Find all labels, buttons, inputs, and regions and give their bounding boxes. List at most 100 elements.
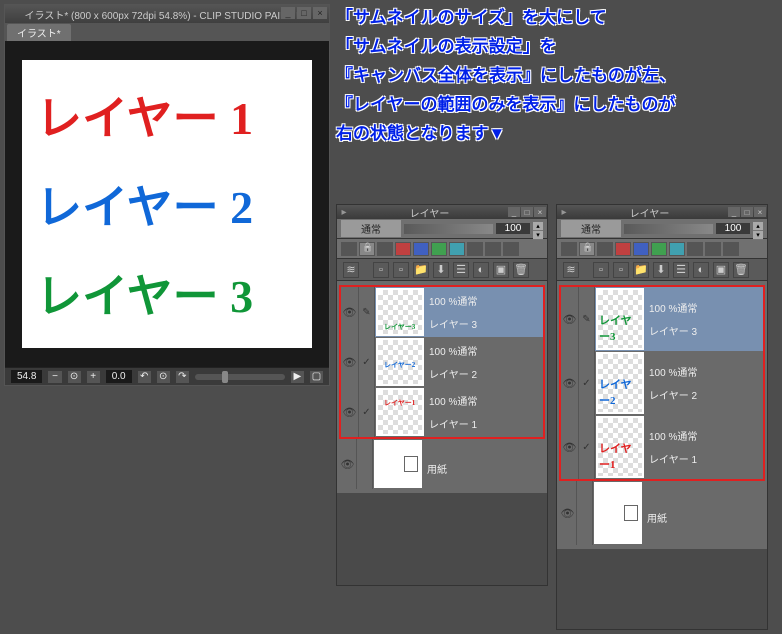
new-layer-icon[interactable]: ▫ [593, 262, 609, 278]
rotation-value[interactable]: 0.0 [106, 370, 132, 383]
minimize-button[interactable]: _ [281, 7, 295, 19]
ref-icon[interactable] [377, 242, 393, 256]
color-red-icon[interactable] [395, 242, 411, 256]
check-icon[interactable]: ✓ [579, 351, 595, 415]
panel-menu-icon[interactable]: ▸ [337, 207, 351, 218]
palette-nav-icon[interactable]: ≋ [563, 262, 579, 278]
layer-row-3[interactable]: 👁 ✎ レイヤー3 100 %通常 レイヤー 3 [561, 287, 763, 351]
paper-row[interactable]: 👁 用紙 [339, 439, 545, 489]
play-button[interactable]: ▶ [291, 371, 304, 383]
layer-row-2[interactable]: 👁 ✓ レイヤー2 100 %通常 レイヤー 2 [561, 351, 763, 415]
visibility-toggle[interactable]: 👁 [561, 351, 579, 415]
layer-thumbnail[interactable]: レイヤー3 [596, 288, 644, 350]
layer-row-1[interactable]: 👁 ✓ レイヤー1 100 %通常 レイヤー 1 [341, 387, 543, 437]
merge-down-icon[interactable]: ☰ [453, 262, 469, 278]
lock-icon[interactable] [579, 242, 595, 256]
layer-thumbnail[interactable]: レイヤー1 [596, 416, 644, 478]
panel-close-button[interactable]: × [754, 207, 766, 217]
color-blue-icon[interactable] [633, 242, 649, 256]
check-icon[interactable]: ✓ [359, 387, 375, 437]
paper-name[interactable]: 用紙 [647, 510, 765, 525]
layer-row-1[interactable]: 👁 ✓ レイヤー1 100 %通常 レイヤー 1 [561, 415, 763, 479]
zoom-out-button[interactable]: − [48, 371, 61, 383]
canvas[interactable]: レイヤー 1 レイヤー 2 レイヤー 3 [22, 60, 312, 348]
paper-row[interactable]: 👁 用紙 [559, 481, 765, 545]
new-layer2-icon[interactable]: ▫ [613, 262, 629, 278]
active-layer-icon[interactable]: ✎ [359, 287, 375, 337]
apply-mask-icon[interactable]: ▣ [713, 262, 729, 278]
zoom-in-button[interactable]: + [87, 371, 100, 383]
delete-layer-icon[interactable]: 🗑 [513, 262, 529, 278]
check-icon[interactable]: ✓ [579, 415, 595, 479]
layer-name[interactable]: レイヤー 1 [649, 451, 763, 466]
color-green-icon[interactable] [651, 242, 667, 256]
layer-name[interactable]: レイヤー 3 [649, 323, 763, 338]
clip-icon[interactable] [341, 242, 357, 256]
ref-icon[interactable] [597, 242, 613, 256]
layer-row-2[interactable]: 👁 ✓ レイヤー2 100 %通常 レイヤー 2 [341, 337, 543, 387]
ruler-icon[interactable] [485, 242, 501, 256]
color-green-icon[interactable] [431, 242, 447, 256]
color-red-icon[interactable] [615, 242, 631, 256]
ruler-icon[interactable] [705, 242, 721, 256]
opacity-slider[interactable] [624, 224, 713, 234]
rotate-cw-button[interactable]: ↷ [176, 371, 189, 383]
delete-layer-icon[interactable]: 🗑 [733, 262, 749, 278]
opacity-stepper[interactable]: ▴▾ [533, 222, 543, 236]
opacity-stepper[interactable]: ▴▾ [753, 222, 763, 236]
color-cyan-icon[interactable] [669, 242, 685, 256]
layer-mask-icon[interactable]: ◐ [473, 262, 489, 278]
layer-name[interactable]: レイヤー 3 [429, 316, 543, 331]
visibility-toggle[interactable]: 👁 [341, 387, 359, 437]
layer-name[interactable]: レイヤー 2 [429, 366, 543, 381]
mask-icon[interactable] [687, 242, 703, 256]
layer-thumbnail[interactable]: レイヤー2 [596, 352, 644, 414]
color-blue-icon[interactable] [413, 242, 429, 256]
layer-name[interactable]: レイヤー 2 [649, 387, 763, 402]
visibility-toggle[interactable]: 👁 [561, 415, 579, 479]
opacity-slider[interactable] [404, 224, 493, 234]
lock-icon[interactable] [359, 242, 375, 256]
frame-button[interactable]: ▢ [310, 371, 323, 383]
new-folder-icon[interactable]: 📁 [633, 262, 649, 278]
document-titlebar[interactable]: イラスト* (800 x 600px 72dpi 54.8%) - CLIP S… [5, 5, 329, 23]
merge-down-icon[interactable]: ☰ [673, 262, 689, 278]
paper-thumbnail[interactable] [594, 482, 642, 544]
layer-thumbnail[interactable]: レイヤー2 [376, 338, 424, 386]
blend-mode-select[interactable]: 通常 [341, 220, 401, 237]
panel-max-button[interactable]: □ [741, 207, 753, 217]
apply-mask-icon[interactable]: ▣ [493, 262, 509, 278]
zoom-value[interactable]: 54.8 [11, 370, 42, 383]
visibility-toggle[interactable]: 👁 [339, 439, 357, 489]
rotate-reset-button[interactable]: ⊙ [157, 371, 170, 383]
panel-max-button[interactable]: □ [521, 207, 533, 217]
panel-close-button[interactable]: × [534, 207, 546, 217]
color-cyan-icon[interactable] [449, 242, 465, 256]
visibility-toggle[interactable]: 👁 [559, 481, 577, 545]
transfer-down-icon[interactable]: ⬇ [653, 262, 669, 278]
visibility-toggle[interactable]: 👁 [341, 337, 359, 387]
clip-icon[interactable] [561, 242, 577, 256]
visibility-toggle[interactable]: 👁 [341, 287, 359, 337]
mask-icon[interactable] [467, 242, 483, 256]
layer-mask-icon[interactable]: ◐ [693, 262, 709, 278]
layer-name[interactable]: レイヤー 1 [429, 416, 543, 431]
new-layer-icon[interactable]: ▫ [373, 262, 389, 278]
new-layer2-icon[interactable]: ▫ [393, 262, 409, 278]
new-folder-icon[interactable]: 📁 [413, 262, 429, 278]
timeline-slider[interactable] [195, 374, 285, 380]
layer-row-3[interactable]: 👁 ✎ レイヤー3 100 %通常 レイヤー 3 [341, 287, 543, 337]
document-tab[interactable]: イラスト* [7, 24, 71, 41]
mask2-icon[interactable] [723, 242, 739, 256]
canvas-area[interactable]: レイヤー 1 レイヤー 2 レイヤー 3 [5, 41, 329, 367]
paper-thumbnail[interactable] [374, 440, 422, 488]
blend-mode-select[interactable]: 通常 [561, 220, 621, 237]
zoom-fit-button[interactable]: ⊙ [68, 371, 81, 383]
maximize-button[interactable]: □ [297, 7, 311, 19]
rotate-ccw-button[interactable]: ↶ [138, 371, 151, 383]
layer-panel-titlebar[interactable]: ▸ レイヤー _ □ × [337, 205, 547, 219]
opacity-value[interactable]: 100 [496, 223, 530, 234]
panel-min-button[interactable]: _ [508, 207, 520, 217]
layer-thumbnail[interactable]: レイヤー1 [376, 388, 424, 436]
layer-thumbnail[interactable]: レイヤー3 [376, 288, 424, 336]
